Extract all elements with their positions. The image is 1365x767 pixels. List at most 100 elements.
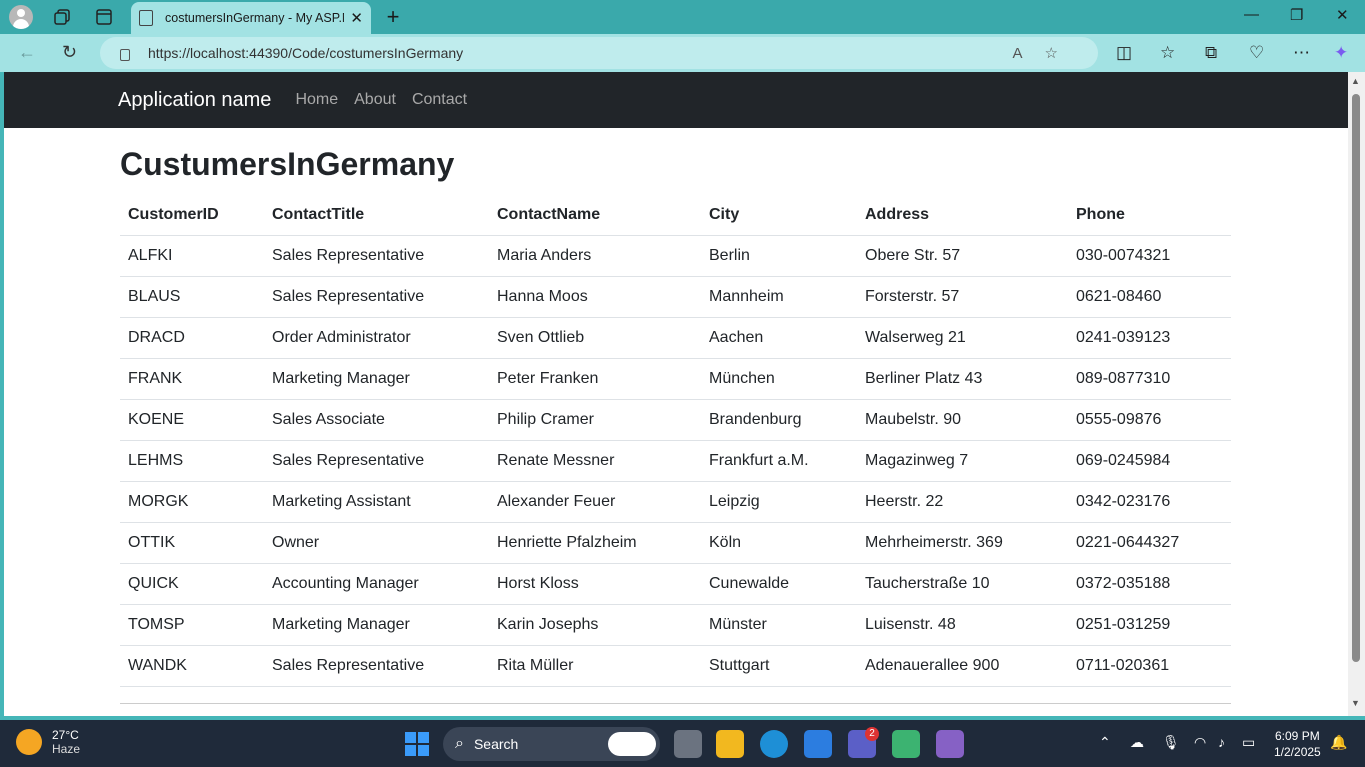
- volume-icon[interactable]: ♪: [1218, 734, 1225, 750]
- column-header: Phone: [1068, 195, 1231, 236]
- more-menu-icon[interactable]: ⋯: [1293, 43, 1310, 63]
- task-view-icon[interactable]: [674, 730, 702, 758]
- favorites-icon[interactable]: ☆: [1160, 43, 1175, 63]
- table-row: DRACD Order Administrator Sven Ottlieb Aach…: [120, 317, 1231, 359]
- table-cell: Magazinweg 7: [857, 440, 1068, 482]
- table-row: ALFKI Sales Representative Maria Anders Ber…: [120, 235, 1231, 277]
- table-cell: Cunewalde: [701, 563, 857, 605]
- table-row: KOENE Sales Associate Philip Cramer Branden…: [120, 399, 1231, 441]
- microphone-muted-icon[interactable]: 🎙: [1162, 734, 1180, 751]
- workspaces-icon[interactable]: [50, 5, 74, 29]
- microsoft-store-icon[interactable]: [804, 730, 832, 758]
- file-explorer-icon[interactable]: [716, 730, 744, 758]
- split-screen-icon[interactable]: ◫: [1116, 43, 1132, 63]
- copilot-icon[interactable]: ✦: [1334, 43, 1348, 63]
- table-cell: Sales Representative: [264, 440, 489, 482]
- table-cell: TOMSP: [120, 604, 264, 646]
- search-highlight-icon: [608, 732, 656, 756]
- close-window-icon[interactable]: ✕: [1336, 6, 1349, 24]
- table-cell: Marketing Manager: [264, 358, 489, 400]
- table-cell: Forsterstr. 57: [857, 276, 1068, 318]
- column-header: ContactName: [489, 195, 701, 236]
- table-cell: Luisenstr. 48: [857, 604, 1068, 646]
- nav-about-link[interactable]: About: [354, 91, 396, 109]
- taskbar-clock[interactable]: 6:09 PM 1/2/2025: [1274, 728, 1321, 760]
- table-cell: Mannheim: [701, 276, 857, 318]
- weather-temp: 27°C: [52, 728, 79, 742]
- table-row: WANDK Sales Representative Rita Müller Stut…: [120, 645, 1231, 687]
- battery-icon[interactable]: ▭: [1242, 734, 1255, 751]
- tab-active[interactable]: costumersInGermany - My ASP.N ✕: [131, 2, 371, 34]
- scroll-up-arrow-icon[interactable]: ▲: [1351, 76, 1360, 86]
- table-cell: 0555-09876: [1068, 399, 1231, 441]
- address-bar[interactable]: https://localhost:44390/Code/costumersIn…: [100, 37, 1098, 69]
- scroll-down-arrow-icon[interactable]: ▼: [1351, 698, 1360, 708]
- column-header: Address: [857, 195, 1068, 236]
- table-cell: Maria Anders: [489, 235, 701, 277]
- weather-widget[interactable]: 27°C Haze: [16, 728, 80, 756]
- table-cell: Accounting Manager: [264, 563, 489, 605]
- table-cell: MORGK: [120, 481, 264, 523]
- table-cell: Order Administrator: [264, 317, 489, 359]
- back-icon[interactable]: ←: [18, 42, 36, 63]
- collections-icon[interactable]: ⧉: [1205, 43, 1217, 63]
- table-header-row: CustomerID ContactTitle ContactName City…: [120, 195, 1231, 236]
- site-navbar: Application name Home About Contact: [4, 72, 1348, 128]
- nav-home-link[interactable]: Home: [295, 91, 338, 109]
- table-cell: Rita Müller: [489, 645, 701, 687]
- table-cell: BLAUS: [120, 276, 264, 318]
- weather-condition: Haze: [52, 742, 81, 756]
- refresh-icon[interactable]: ↻: [62, 42, 77, 63]
- visual-studio-icon[interactable]: [936, 730, 964, 758]
- teams-notification-badge: 2: [865, 727, 879, 741]
- page-favicon-icon: [139, 10, 153, 26]
- onedrive-icon[interactable]: ☁: [1130, 734, 1144, 751]
- snipping-tool-icon[interactable]: [892, 730, 920, 758]
- site-brand-link[interactable]: Application name: [118, 89, 271, 112]
- taskbar-search-box[interactable]: ⌕ Search: [443, 727, 660, 761]
- tab-actions-icon[interactable]: [92, 5, 116, 29]
- table-cell: Mehrheimerstr. 369: [857, 522, 1068, 564]
- page-scrollbar[interactable]: ▲ ▼: [1348, 72, 1365, 716]
- lock-icon[interactable]: [120, 49, 130, 61]
- restore-icon[interactable]: ❐: [1290, 6, 1303, 24]
- table-cell: Maubelstr. 90: [857, 399, 1068, 441]
- close-tab-icon[interactable]: ✕: [350, 9, 363, 27]
- table-cell: Adenauerallee 900: [857, 645, 1068, 687]
- table-cell: Alexander Feuer: [489, 481, 701, 523]
- table-cell: Renate Messner: [489, 440, 701, 482]
- table-cell: 0621-08460: [1068, 276, 1231, 318]
- table-cell: Aachen: [701, 317, 857, 359]
- show-hidden-icons-chevron-icon[interactable]: ⌃: [1099, 734, 1111, 751]
- table-cell: Karin Josephs: [489, 604, 701, 646]
- notifications-bell-icon[interactable]: 🔔: [1330, 734, 1347, 751]
- windows-start-icon[interactable]: [405, 732, 429, 756]
- browser-essentials-icon[interactable]: ♡: [1249, 43, 1264, 63]
- table-cell: Münster: [701, 604, 857, 646]
- wifi-icon[interactable]: ◠: [1194, 734, 1206, 751]
- column-header: ContactTitle: [264, 195, 489, 236]
- table-cell: Berliner Platz 43: [857, 358, 1068, 400]
- page-title: CustumersInGermany: [120, 146, 455, 182]
- table-cell: Stuttgart: [701, 645, 857, 687]
- clock-time: 6:09 PM: [1275, 729, 1320, 743]
- table-row: BLAUS Sales Representative Hanna Moos Mannh…: [120, 276, 1231, 318]
- profile-icon[interactable]: [9, 5, 33, 29]
- table-cell: 0342-023176: [1068, 481, 1231, 523]
- table-cell: ALFKI: [120, 235, 264, 277]
- table-cell: Marketing Manager: [264, 604, 489, 646]
- edge-browser-icon[interactable]: [760, 730, 788, 758]
- customers-table: CustomerID ContactTitle ContactName City…: [120, 195, 1231, 687]
- new-tab-icon[interactable]: +: [381, 4, 405, 29]
- minimize-icon[interactable]: —: [1244, 6, 1259, 23]
- table-cell: Frankfurt a.M.: [701, 440, 857, 482]
- scrollbar-thumb[interactable]: [1352, 94, 1360, 662]
- read-aloud-and-favorite-icons[interactable]: A☆: [1013, 44, 1080, 62]
- table-cell: Peter Franken: [489, 358, 701, 400]
- table-cell: DRACD: [120, 317, 264, 359]
- nav-contact-link[interactable]: Contact: [412, 91, 467, 109]
- browser-toolbar: ← ↻ https://localhost:44390/Code/costume…: [0, 34, 1365, 72]
- table-row: OTTIK Owner Henriette Pfalzheim Köln Mehrhei…: [120, 522, 1231, 564]
- table-cell: Horst Kloss: [489, 563, 701, 605]
- table-cell: Sales Representative: [264, 645, 489, 687]
